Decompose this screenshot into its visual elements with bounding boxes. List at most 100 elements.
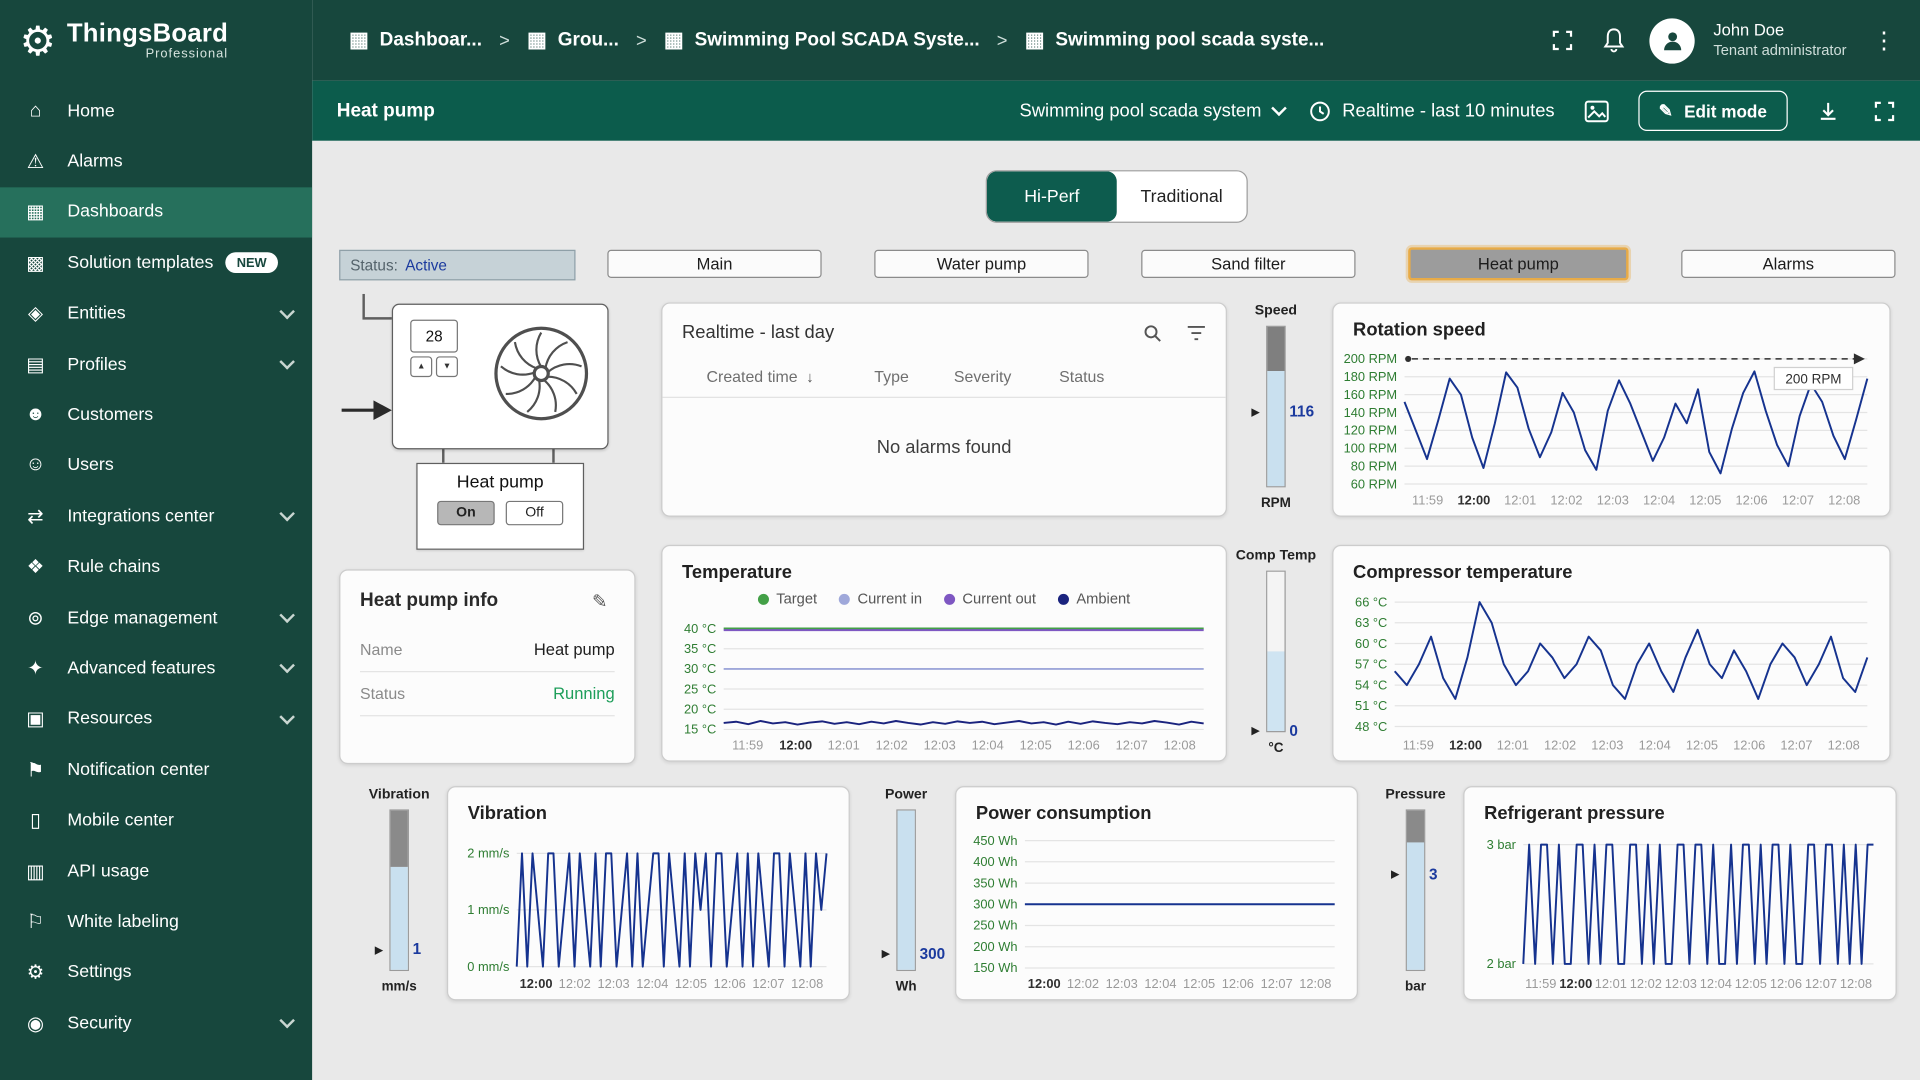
svg-text:12:03: 12:03 [1597, 492, 1629, 507]
svg-text:54 °C: 54 °C [1355, 677, 1387, 692]
breadcrumb-item[interactable]: ▦Grou... [527, 28, 619, 52]
tab-traditional[interactable]: Traditional [1117, 171, 1247, 221]
filter-button[interactable] [1187, 324, 1207, 341]
svg-text:1 mm/s: 1 mm/s [467, 902, 509, 917]
sidebar-item-alarms[interactable]: ⚠Alarms [0, 136, 312, 187]
chevron-down-icon [279, 304, 295, 320]
sidebar-item-edge-management[interactable]: ⊚Edge management [0, 593, 312, 644]
sidebar-item-label: Users [67, 456, 113, 476]
gauge-unit: RPM [1261, 496, 1291, 511]
svg-text:12:00: 12:00 [1559, 976, 1592, 991]
dashboard-fullscreen-button[interactable] [1869, 95, 1901, 127]
chart-title: Compressor temperature [1333, 546, 1889, 585]
filter-icon [1187, 324, 1207, 341]
edit-mode-label: Edit mode [1684, 101, 1767, 121]
off-button[interactable]: Off [506, 501, 564, 525]
state-button-sand-filter[interactable]: Sand filter [1141, 250, 1355, 278]
avatar[interactable] [1650, 18, 1695, 63]
info-card-header: Heat pump info ✎ [340, 571, 634, 629]
gauge-label: Comp Temp [1236, 549, 1316, 564]
sidebar-item-rule-chains[interactable]: ❖Rule chains [0, 542, 312, 593]
sidebar-item-home[interactable]: ⌂Home [0, 86, 312, 137]
sidebar-item-advanced-features[interactable]: ✦Advanced features [0, 643, 312, 694]
chevron-down-icon [1271, 100, 1287, 116]
alarms-icon: ⚠ [22, 149, 49, 173]
new-badge: NEW [226, 253, 278, 274]
status-field[interactable]: Status: Active [339, 250, 575, 281]
state-button-heat-pump[interactable]: Heat pump [1408, 247, 1628, 280]
column-created-time[interactable]: Created time↓ [707, 367, 875, 385]
legend-item[interactable]: Current out [944, 590, 1036, 607]
api-usage-icon: ▥ [22, 859, 49, 883]
setpoint-down-button[interactable]: ▼ [436, 356, 458, 377]
legend-item[interactable]: Current in [839, 590, 922, 607]
sidebar-item-security[interactable]: ◉Security [0, 998, 312, 1049]
heat-pump-control: Heat pump On Off [416, 463, 584, 550]
fan-icon [487, 320, 595, 428]
edit-info-button[interactable]: ✎ [585, 589, 615, 613]
sidebar-item-customers[interactable]: ☻Customers [0, 390, 312, 441]
sidebar-item-settings[interactable]: ⚙Settings [0, 947, 312, 998]
column-severity[interactable]: Severity [954, 367, 1059, 385]
profiles-icon: ▤ [22, 352, 49, 376]
notifications-button[interactable] [1597, 22, 1631, 59]
sidebar-item-solution-templates[interactable]: ▩Solution templatesNEW [0, 238, 312, 289]
thingsboard-logo[interactable]: ⚙ ThingsBoard Professional [0, 0, 312, 81]
edit-mode-button[interactable]: ✎ Edit mode [1638, 91, 1788, 131]
on-off-toggle: On Off [437, 501, 563, 525]
svg-text:12:04: 12:04 [1700, 976, 1732, 991]
gauge-track: ▶3 [1406, 809, 1426, 971]
svg-text:12:03: 12:03 [1591, 737, 1623, 752]
gauge-zone-upper [1407, 811, 1424, 843]
breadcrumb-item[interactable]: ▦Dashboar... [349, 28, 482, 52]
breadcrumb-item[interactable]: ▦Swimming pool scada syste... [1025, 28, 1325, 52]
dashboard-group-icon: ▦ [527, 28, 547, 52]
column-type[interactable]: Type [874, 367, 954, 385]
column-status[interactable]: Status [1059, 367, 1206, 385]
info-row-value: Heat pump [534, 640, 615, 658]
breadcrumb-separator: > [499, 30, 510, 51]
legend-item[interactable]: Target [758, 590, 817, 607]
time-window-button[interactable]: Realtime - last 10 minutes [1309, 100, 1554, 122]
setpoint-value[interactable]: 28 [410, 320, 458, 353]
state-button-water-pump[interactable]: Water pump [874, 250, 1088, 278]
user-role: Tenant administrator [1713, 42, 1846, 61]
sidebar-item-profiles[interactable]: ▤Profiles [0, 339, 312, 390]
setpoint-up-button[interactable]: ▲ [410, 356, 432, 377]
chevron-down-icon [279, 608, 295, 624]
info-row-label: Status [360, 684, 405, 702]
sidebar-item-users[interactable]: ☺Users [0, 440, 312, 491]
more-menu-button[interactable]: ⋮ [1865, 25, 1903, 56]
svg-text:60 RPM: 60 RPM [1351, 476, 1397, 491]
breadcrumb-item[interactable]: ▦Swimming Pool SCADA Syste... [664, 28, 980, 52]
on-button[interactable]: On [437, 501, 495, 525]
mobile-center-icon: ▯ [22, 808, 49, 832]
download-button[interactable] [1812, 95, 1844, 127]
alarms-card: Realtime - last day Created time↓TypeSev… [661, 302, 1227, 516]
tab-hi-perf[interactable]: Hi-Perf [987, 171, 1117, 221]
state-button-main[interactable]: Main [607, 250, 821, 278]
logo-title: ThingsBoard [67, 20, 228, 49]
legend-item[interactable]: Ambient [1058, 590, 1130, 607]
sidebar-item-white-labeling[interactable]: ⚐White labeling [0, 897, 312, 948]
sidebar-item-notification-center[interactable]: ⚑Notification center [0, 745, 312, 796]
gauge-zone-lower [1267, 372, 1284, 487]
sidebar-item-api-usage[interactable]: ▥API usage [0, 846, 312, 897]
screenshot-button[interactable] [1579, 95, 1613, 127]
svg-text:80 RPM: 80 RPM [1351, 458, 1397, 473]
svg-text:12:07: 12:07 [1261, 976, 1293, 991]
search-button[interactable] [1142, 323, 1162, 343]
svg-text:12:04: 12:04 [972, 737, 1004, 752]
sidebar-item-integrations-center[interactable]: ⇄Integrations center [0, 491, 312, 542]
sidebar-item-entities[interactable]: ◈Entities [0, 288, 312, 339]
svg-text:160 RPM: 160 RPM [1344, 387, 1398, 402]
sidebar-item-label: Resources [67, 709, 152, 729]
sidebar-item-dashboards[interactable]: ▦Dashboards [0, 187, 312, 238]
svg-text:350 Wh: 350 Wh [973, 875, 1017, 890]
dashboard-state-select[interactable]: Swimming pool scada system [1020, 100, 1285, 121]
sidebar-item-resources[interactable]: ▣Resources [0, 694, 312, 745]
state-button-alarms[interactable]: Alarms [1681, 250, 1895, 278]
fullscreen-button[interactable] [1547, 24, 1579, 56]
gauge-zone-lower [1407, 842, 1424, 969]
sidebar-item-mobile-center[interactable]: ▯Mobile center [0, 795, 312, 846]
